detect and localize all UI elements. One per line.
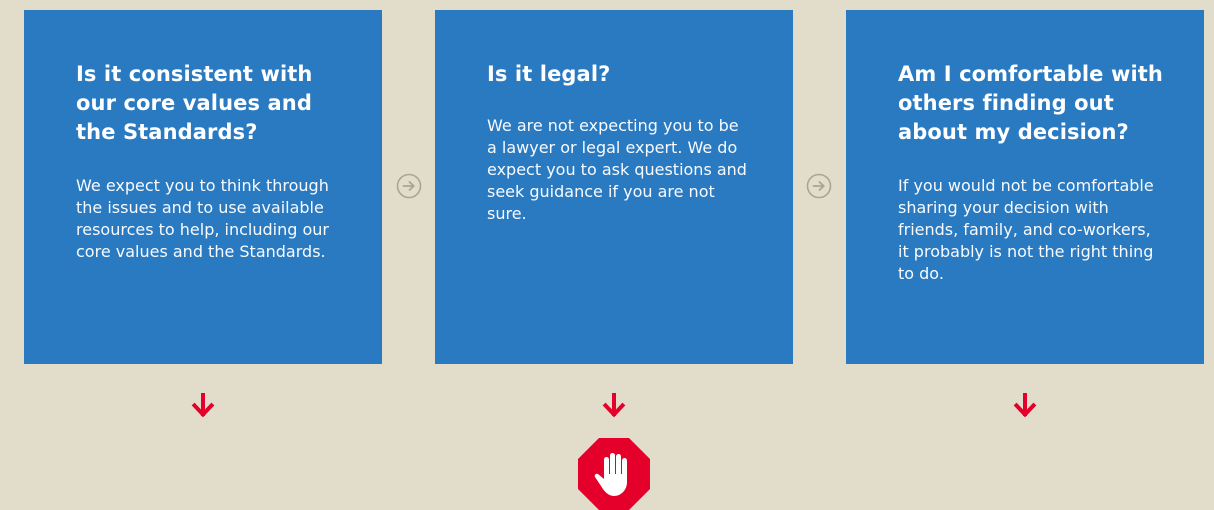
arrow-circle-right-icon [806, 173, 832, 199]
arrow-down-icon [602, 393, 626, 418]
card-body: We are not expecting you to be a lawyer … [487, 116, 747, 223]
question-card-values: Is it consistent with our core values an… [24, 10, 382, 364]
card-title: Is it legal? [487, 62, 611, 86]
stop-hand-icon [578, 438, 650, 510]
card-title: Is it consistent with our core values an… [76, 62, 313, 144]
card-body: If you would not be comfortable sharing … [898, 176, 1154, 283]
card-body: We expect you to think through the issue… [76, 176, 329, 261]
arrow-circle-right-icon [396, 173, 422, 199]
question-card-comfortable: Am I comfortable with others finding out… [846, 10, 1204, 364]
arrow-down-icon [1013, 393, 1037, 418]
card-title: Am I comfortable with others finding out… [898, 62, 1163, 144]
arrow-down-icon [191, 393, 215, 418]
question-card-legal: Is it legal? We are not expecting you to… [435, 10, 793, 364]
